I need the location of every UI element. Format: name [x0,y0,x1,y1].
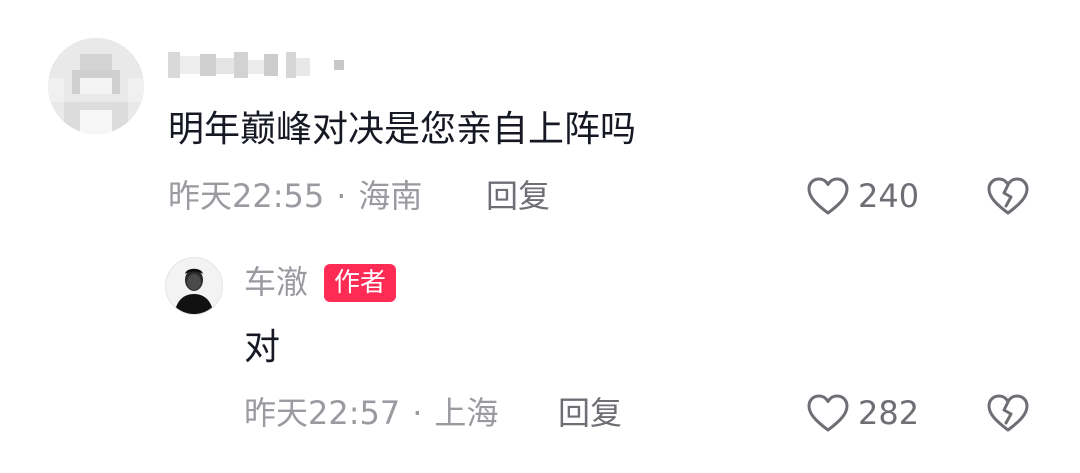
reply-reply-button[interactable]: 回复 [558,393,622,433]
comment-like-count: 240 [858,177,920,215]
reply-meta: 昨天22:57 · 上海 [244,393,498,433]
heart-outline-icon [806,393,850,433]
reply-time: 昨天22:57 [244,394,401,432]
meta-separator: · [336,177,347,215]
broken-heart-icon [986,177,1030,220]
reply-location: 上海 [434,394,499,432]
reply-text: 对 [244,327,281,368]
comment-meta: 昨天22:55 · 海南 [168,176,422,216]
meta-separator: · [412,394,423,432]
broken-heart-icon [986,394,1030,437]
heart-outline-icon [806,176,850,216]
author-username[interactable]: 车澈 [244,262,308,302]
comment-dislike-button[interactable] [986,176,1030,220]
comment-like-button[interactable]: 240 [806,176,919,216]
reply-like-count: 282 [858,394,920,432]
reply-like-button[interactable]: 282 [806,393,919,433]
author-badge: 作者 [324,264,397,302]
commenter-avatar[interactable] [48,38,144,134]
comment-location: 海南 [358,177,423,215]
comment-reply-button[interactable]: 回复 [486,176,550,216]
comment-time: 昨天22:55 [168,177,325,215]
author-avatar[interactable] [165,257,223,315]
commenter-username-pixelated[interactable] [168,46,348,82]
reply-dislike-button[interactable] [986,393,1030,437]
comment-text: 明年巅峰对决是您亲自上阵吗 [168,109,637,150]
